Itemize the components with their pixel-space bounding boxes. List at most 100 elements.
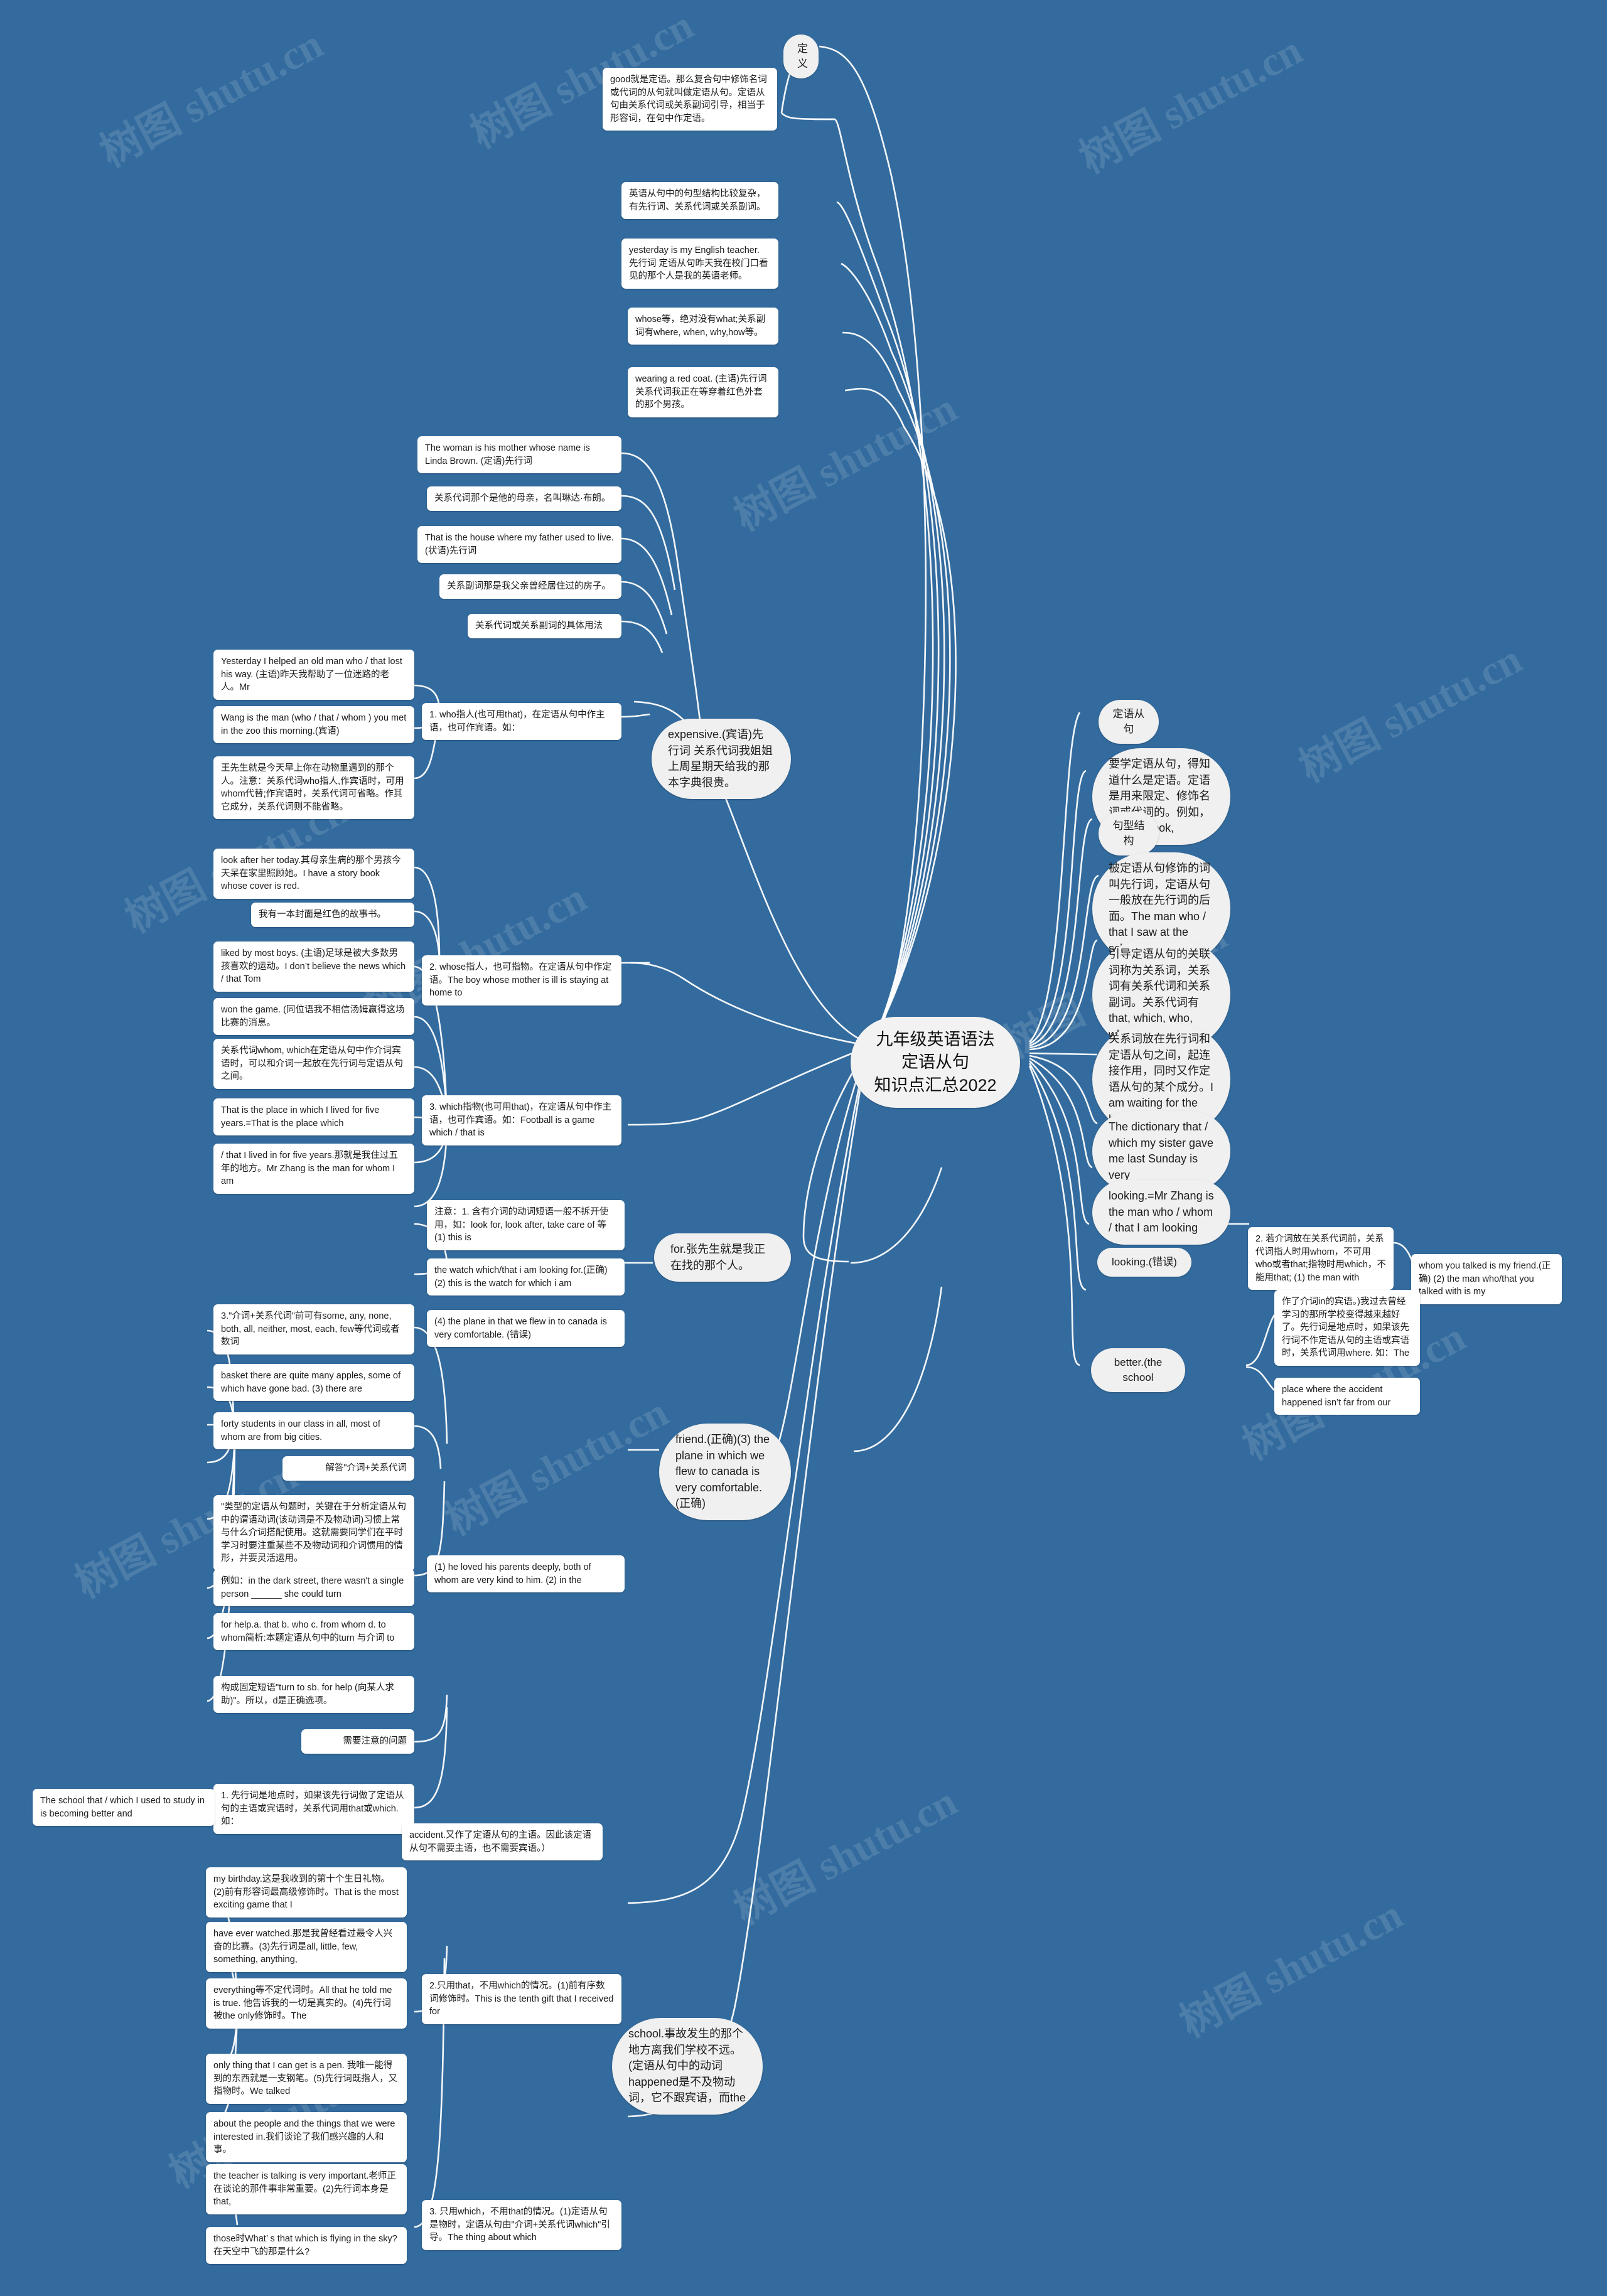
right-title-structure-label: 句型结构 [1112, 820, 1145, 847]
right-item-5[interactable]: The dictionary that / which my sister ga… [1092, 1111, 1230, 1192]
which-example[interactable]: 关系代词whom, which在定语从句中作介词宾语时，可以和介词一起放在先行词… [213, 1039, 414, 1089]
for-node[interactable]: for.张先生就是我正在找的那个人。 [654, 1233, 791, 1282]
analysis-item[interactable]: for help.a. that b. who c. from whom d. … [213, 1613, 414, 1651]
which-example[interactable]: liked by most boys. (主语)足球是被大多数男孩喜欢的运动。I… [213, 941, 414, 992]
prep-rule-node[interactable]: 3."介词+关系代词"前可有some, any, none, both, all… [213, 1304, 414, 1355]
analysis-item[interactable]: "类型的定语从句题时，关键在于分析定语从句中的谓语动词(该动词是不及物动词)习惯… [213, 1495, 414, 1571]
school-happened-node[interactable]: school.事故发生的那个地方离我们学校不远。(定语从句中的动词happene… [612, 2018, 763, 2115]
right-title-dingyu[interactable]: 定语从句 [1099, 700, 1159, 744]
right-item-11-text: 作了介词in的宾语。)我过去曾经学习的那所学校变得越来越好了。先行词是地点时，如… [1282, 1297, 1410, 1359]
root-node[interactable]: 九年级英语语法定语从句 知识点汇总2022 [851, 1017, 1020, 1108]
which-only-rule-text: 3. 只用which，不用that的情况。(1)定语从句是物时，定语从句由"介词… [429, 2207, 610, 2243]
that-only-example-text: have ever watched.那是我曾经看过最令人兴奋的比赛。(3)先行词… [213, 1929, 393, 1965]
note-item-text: 注意：1. 含有介词的动词短语一般不拆开使用，如：look for, look … [434, 1207, 609, 1243]
whose-rule-node[interactable]: 2. whose指人，也可指物。在定语从句中作定语。The boy whose … [422, 955, 621, 1006]
prep-example[interactable]: basket there are quite many apples, some… [213, 1364, 414, 1402]
which-only-example[interactable]: the teacher is talking is very important… [206, 2164, 407, 2214]
analysis-item-text: "类型的定语从句题时，关键在于分析定语从句中的谓语动词(该动词是不及物动词)习惯… [221, 1502, 407, 1564]
prep-example[interactable]: forty students in our class in all, most… [213, 1412, 414, 1450]
branch-definition-title[interactable]: 定义 [783, 35, 819, 79]
that-only-example-text: only thing that I can get is a pen. 我唯一能… [213, 2061, 398, 2097]
who-example[interactable]: Wang is the man (who / that / whom ) you… [213, 706, 414, 744]
friend-text: friend.(正确)(3) the plane in which we fle… [675, 1433, 770, 1510]
right-title-structure[interactable]: 句型结构 [1099, 812, 1159, 856]
which-example-text: / that I lived in for five years.那就是我住过五… [221, 1151, 399, 1187]
school-text: The school that / which I used to study … [40, 1796, 205, 1819]
analysis-item[interactable]: 例如：in the dark street, there wasn't a si… [213, 1569, 414, 1607]
prep-example-text: basket there are quite many apples, some… [221, 1371, 401, 1394]
loved-node[interactable]: (1) he loved his parents deeply, both of… [427, 1555, 625, 1593]
who-example[interactable]: 王先生就是今天早上你在动物里遇到的那个人。注意：关系代词who指人,作宾语时，可… [213, 756, 414, 820]
note-item[interactable]: the watch which/that i am looking for.(正… [427, 1258, 625, 1296]
note-item[interactable]: 注意：1. 含有介词的动词短语一般不拆开使用，如：look for, look … [427, 1200, 625, 1250]
whose-example-text: look after her today.其母亲生病的那个男孩今天呆在家里照顾她… [221, 856, 401, 892]
watermark: 树图 shutu.cn [93, 21, 330, 176]
which-example-text: That is the place in which I lived for f… [221, 1105, 380, 1129]
right-item-12-text: place where the accident happened isn’t … [1282, 1385, 1391, 1408]
watermark: 树图 shutu.cn [727, 1778, 964, 1934]
that-only-example[interactable]: my birthday.这是我收到的第十个生日礼物。(2)前有形容词最高级修饰时… [206, 1867, 407, 1918]
expensive-node[interactable]: expensive.(宾语)先行词 关系代词我姐姐上周星期天给我的那本字典很贵。 [652, 719, 791, 800]
watermark: 树图 shutu.cn [438, 1389, 675, 1545]
friend-node[interactable]: friend.(正确)(3) the plane in which we fle… [659, 1424, 791, 1520]
place-rule-node[interactable]: 1. 先行词是地点时，如果该先行词做了定语从句的主语或宾语时，关系代词用that… [213, 1784, 414, 1834]
definition-item-text: good就是定语。那么复合句中修饰名词或代词的从句就叫做定语从句。定语从句由关系… [610, 75, 767, 124]
which-only-example-text: those时What’ s that which is flying in th… [213, 2234, 397, 2257]
right-item-7[interactable]: looking.(错误) [1097, 1248, 1191, 1277]
example-item-text: 关系代词或关系副词的具体用法 [475, 621, 603, 631]
whose-example[interactable]: 我有一本封面是红色的故事书。 [251, 903, 414, 927]
definition-item[interactable]: wearing a red coat. (主语)先行词 关系代词我正在等穿着红色… [628, 367, 778, 417]
prep-example-text: forty students in our class in all, most… [221, 1419, 380, 1442]
that-only-rule-text: 2.只用that，不用which的情况。(1)前有序数词修饰时。This is … [429, 1981, 614, 2017]
which-only-rule-node[interactable]: 3. 只用which，不用that的情况。(1)定语从句是物时，定语从句由"介词… [422, 2200, 621, 2250]
right-item-12[interactable]: place where the accident happened isn’t … [1274, 1378, 1420, 1415]
plane-wrong-text: (4) the plane in that we flew in to cana… [434, 1317, 607, 1340]
example-item[interactable]: 关系副词那是我父亲曾经居住过的房子。 [439, 574, 621, 599]
which-only-example-text: the teacher is talking is very important… [213, 2171, 396, 2207]
definition-item[interactable]: whose等，绝对没有what;关系副词有where, when, why,ho… [628, 308, 778, 345]
which-example[interactable]: won the game. (同位语我不相信汤姆赢得这场比赛的消息。 [213, 998, 414, 1036]
which-rule-node[interactable]: 3. which指物(也可用that)，在定语从句中作主语，也可作宾语。如：Fo… [422, 1095, 621, 1145]
right-item-9[interactable]: whom you talked is my friend.(正确) (2) th… [1411, 1254, 1562, 1304]
branch-definition-label: 定义 [797, 43, 808, 70]
who-example-text: Yesterday I helped an old man who / that… [221, 657, 402, 693]
school-node[interactable]: The school that / which I used to study … [33, 1789, 215, 1827]
who-rule-node[interactable]: 1. who指人(也可用that)，在定语从句中作主语，也可作宾语。如： [422, 703, 621, 741]
that-only-example[interactable]: have ever watched.那是我曾经看过最令人兴奋的比赛。(3)先行词… [206, 1922, 407, 1972]
definition-item[interactable]: 英语从句中的句型结构比较复杂，有先行词、关系代词或关系副词。 [621, 182, 778, 220]
prep-rule-text: 3."介词+关系代词"前可有some, any, none, both, all… [221, 1311, 400, 1348]
analysis-item[interactable]: 构成固定短语"turn to sb. for help (向某人求助)"。所以，… [213, 1676, 414, 1714]
definition-item[interactable]: yesterday is my English teacher. 先行词 定语从… [621, 239, 778, 289]
definition-item[interactable]: good就是定语。那么复合句中修饰名词或代词的从句就叫做定语从句。定语从句由关系… [603, 68, 777, 131]
right-item-5-text: The dictionary that / which my sister ga… [1109, 1120, 1214, 1181]
example-item[interactable]: The woman is his mother whose name is Li… [417, 436, 621, 474]
analysis-label-node[interactable]: 解答"介词+关系代词 [282, 1456, 414, 1481]
definition-item-text: 英语从句中的句型结构比较复杂，有先行词、关系代词或关系副词。 [629, 189, 766, 212]
which-example[interactable]: That is the place in which I lived for f… [213, 1098, 414, 1136]
which-example[interactable]: / that I lived in for five years.那就是我住过五… [213, 1144, 414, 1194]
right-item-10[interactable]: better.(the school [1091, 1348, 1185, 1393]
right-item-8[interactable]: 2. 若介词放在关系代词前，关系代词指人时用whom，不可用who或者that;… [1248, 1227, 1394, 1290]
which-only-example[interactable]: those时What’ s that which is flying in th… [206, 2227, 407, 2265]
that-only-example[interactable]: everything等不定代词时。All that he told me is … [206, 1978, 407, 2029]
which-example-text: won the game. (同位语我不相信汤姆赢得这场比赛的消息。 [221, 1005, 405, 1028]
who-example[interactable]: Yesterday I helped an old man who / that… [213, 650, 414, 700]
plane-wrong-node[interactable]: (4) the plane in that we flew in to cana… [427, 1310, 625, 1348]
that-only-rule-node[interactable]: 2.只用that，不用which的情况。(1)前有序数词修饰时。This is … [422, 1974, 621, 2024]
for-text: for.张先生就是我正在找的那个人。 [670, 1243, 766, 1272]
that-only-example[interactable]: only thing that I can get is a pen. 我唯一能… [206, 2054, 407, 2104]
which-example-text: liked by most boys. (主语)足球是被大多数男孩喜欢的运动。I… [221, 948, 406, 985]
right-item-11[interactable]: 作了介词in的宾语。)我过去曾经学习的那所学校变得越来越好了。先行词是地点时，如… [1274, 1290, 1420, 1366]
accident-node[interactable]: accident.又作了定语从句的主语。因此该定语从句不需要主语，也不需要宾语。… [402, 1823, 603, 1861]
attention-label-node[interactable]: 需要注意的问题 [301, 1729, 414, 1754]
expensive-text: expensive.(宾语)先行词 关系代词我姐姐上周星期天给我的那本字典很贵。 [668, 728, 773, 789]
loved-text: (1) he loved his parents deeply, both of… [434, 1562, 591, 1585]
right-item-6[interactable]: looking.=Mr Zhang is the man who / whom … [1092, 1180, 1230, 1245]
example-item[interactable]: 关系代词或关系副词的具体用法 [468, 614, 621, 638]
whose-example[interactable]: look after her today.其母亲生病的那个男孩今天呆在家里照顾她… [213, 849, 414, 899]
example-item-text: The woman is his mother whose name is Li… [425, 443, 590, 466]
example-item[interactable]: 关系代词那个是他的母亲，名叫琳达·布朗。 [427, 486, 621, 511]
that-only-example[interactable]: about the people and the things that we … [206, 2112, 407, 2162]
example-item[interactable]: That is the house where my father used t… [417, 526, 621, 564]
mindmap-canvas: 树图 shutu.cn 树图 shutu.cn 树图 shutu.cn 树图 s… [0, 0, 1607, 2296]
